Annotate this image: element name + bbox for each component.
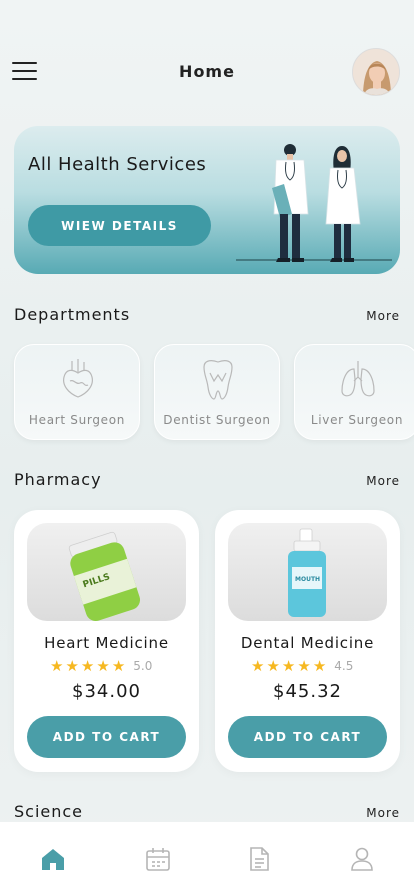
avatar[interactable] [352, 48, 400, 96]
science-more-link[interactable]: More [366, 806, 400, 820]
user-icon[interactable] [349, 846, 375, 872]
star-icon: ★ [312, 657, 327, 675]
home-icon[interactable] [40, 846, 66, 872]
product-name: Heart Medicine [44, 634, 169, 652]
product-price: $45.32 [273, 681, 342, 702]
mouthwash-label: MOUTH [295, 576, 320, 583]
star-icon: ★ [266, 657, 280, 675]
rating-value: 4.5 [334, 659, 354, 673]
pharmacy-title: Pharmacy [14, 470, 102, 489]
science-header: Science More [14, 802, 400, 824]
department-label: Heart Surgeon [28, 413, 126, 427]
bottom-navigation [0, 822, 414, 896]
rating-stars: ★ ★ ★ ★ ★ 5.0 [50, 658, 152, 674]
product-card-heart-medicine[interactable]: PILLS Heart Medicine ★ ★ ★ ★ ★ 5.0 $34.0… [14, 510, 199, 772]
document-icon[interactable] [246, 846, 272, 872]
department-card-liver[interactable]: Liver Surgeon [294, 344, 414, 440]
product-name: Dental Medicine [240, 634, 375, 652]
science-title: Science [14, 802, 84, 821]
departments-title: Departments [14, 305, 131, 324]
view-details-button[interactable]: WIEW DETAILS [28, 205, 211, 246]
department-card-heart[interactable]: Heart Surgeon [14, 344, 140, 440]
doctors-illustration [236, 144, 392, 262]
product-card-dental-medicine[interactable]: MOUTH Dental Medicine ★ ★ ★ ★ ★ 4.5 $45.… [215, 510, 400, 772]
star-icon: ★ [65, 657, 79, 675]
departments-header: Departments More [14, 305, 400, 327]
banner-title: All Health Services [28, 154, 207, 175]
pharmacy-header: Pharmacy More [14, 470, 400, 492]
calendar-icon[interactable] [145, 846, 171, 872]
department-label: Dentist Surgeon [163, 413, 271, 427]
department-card-dentist[interactable]: Dentist Surgeon [154, 344, 280, 440]
rating-stars: ★ ★ ★ ★ ★ 4.5 [251, 658, 353, 674]
product-image: MOUTH [228, 523, 387, 621]
star-icon: ★ [96, 657, 110, 675]
star-icon: ★ [281, 657, 296, 675]
department-label: Liver Surgeon [310, 413, 404, 427]
star-icon: ★ [111, 657, 126, 675]
star-icon: ★ [50, 657, 64, 675]
tooth-icon [203, 360, 233, 400]
heart-icon [63, 359, 93, 398]
product-price: $34.00 [72, 681, 141, 702]
pharmacy-more-link[interactable]: More [366, 474, 400, 488]
app-header: Home [0, 46, 414, 100]
product-image: PILLS [27, 523, 186, 621]
star-icon: ★ [297, 657, 311, 675]
star-icon: ★ [251, 657, 265, 675]
rating-value: 5.0 [133, 659, 153, 673]
star-icon: ★ [80, 657, 95, 675]
departments-more-link[interactable]: More [366, 309, 400, 323]
add-to-cart-button[interactable]: ADD TO CART [228, 716, 387, 758]
lungs-icon [341, 361, 375, 397]
add-to-cart-button[interactable]: ADD TO CART [27, 716, 186, 758]
services-banner: All Health Services WIEW DETAILS [14, 126, 400, 274]
